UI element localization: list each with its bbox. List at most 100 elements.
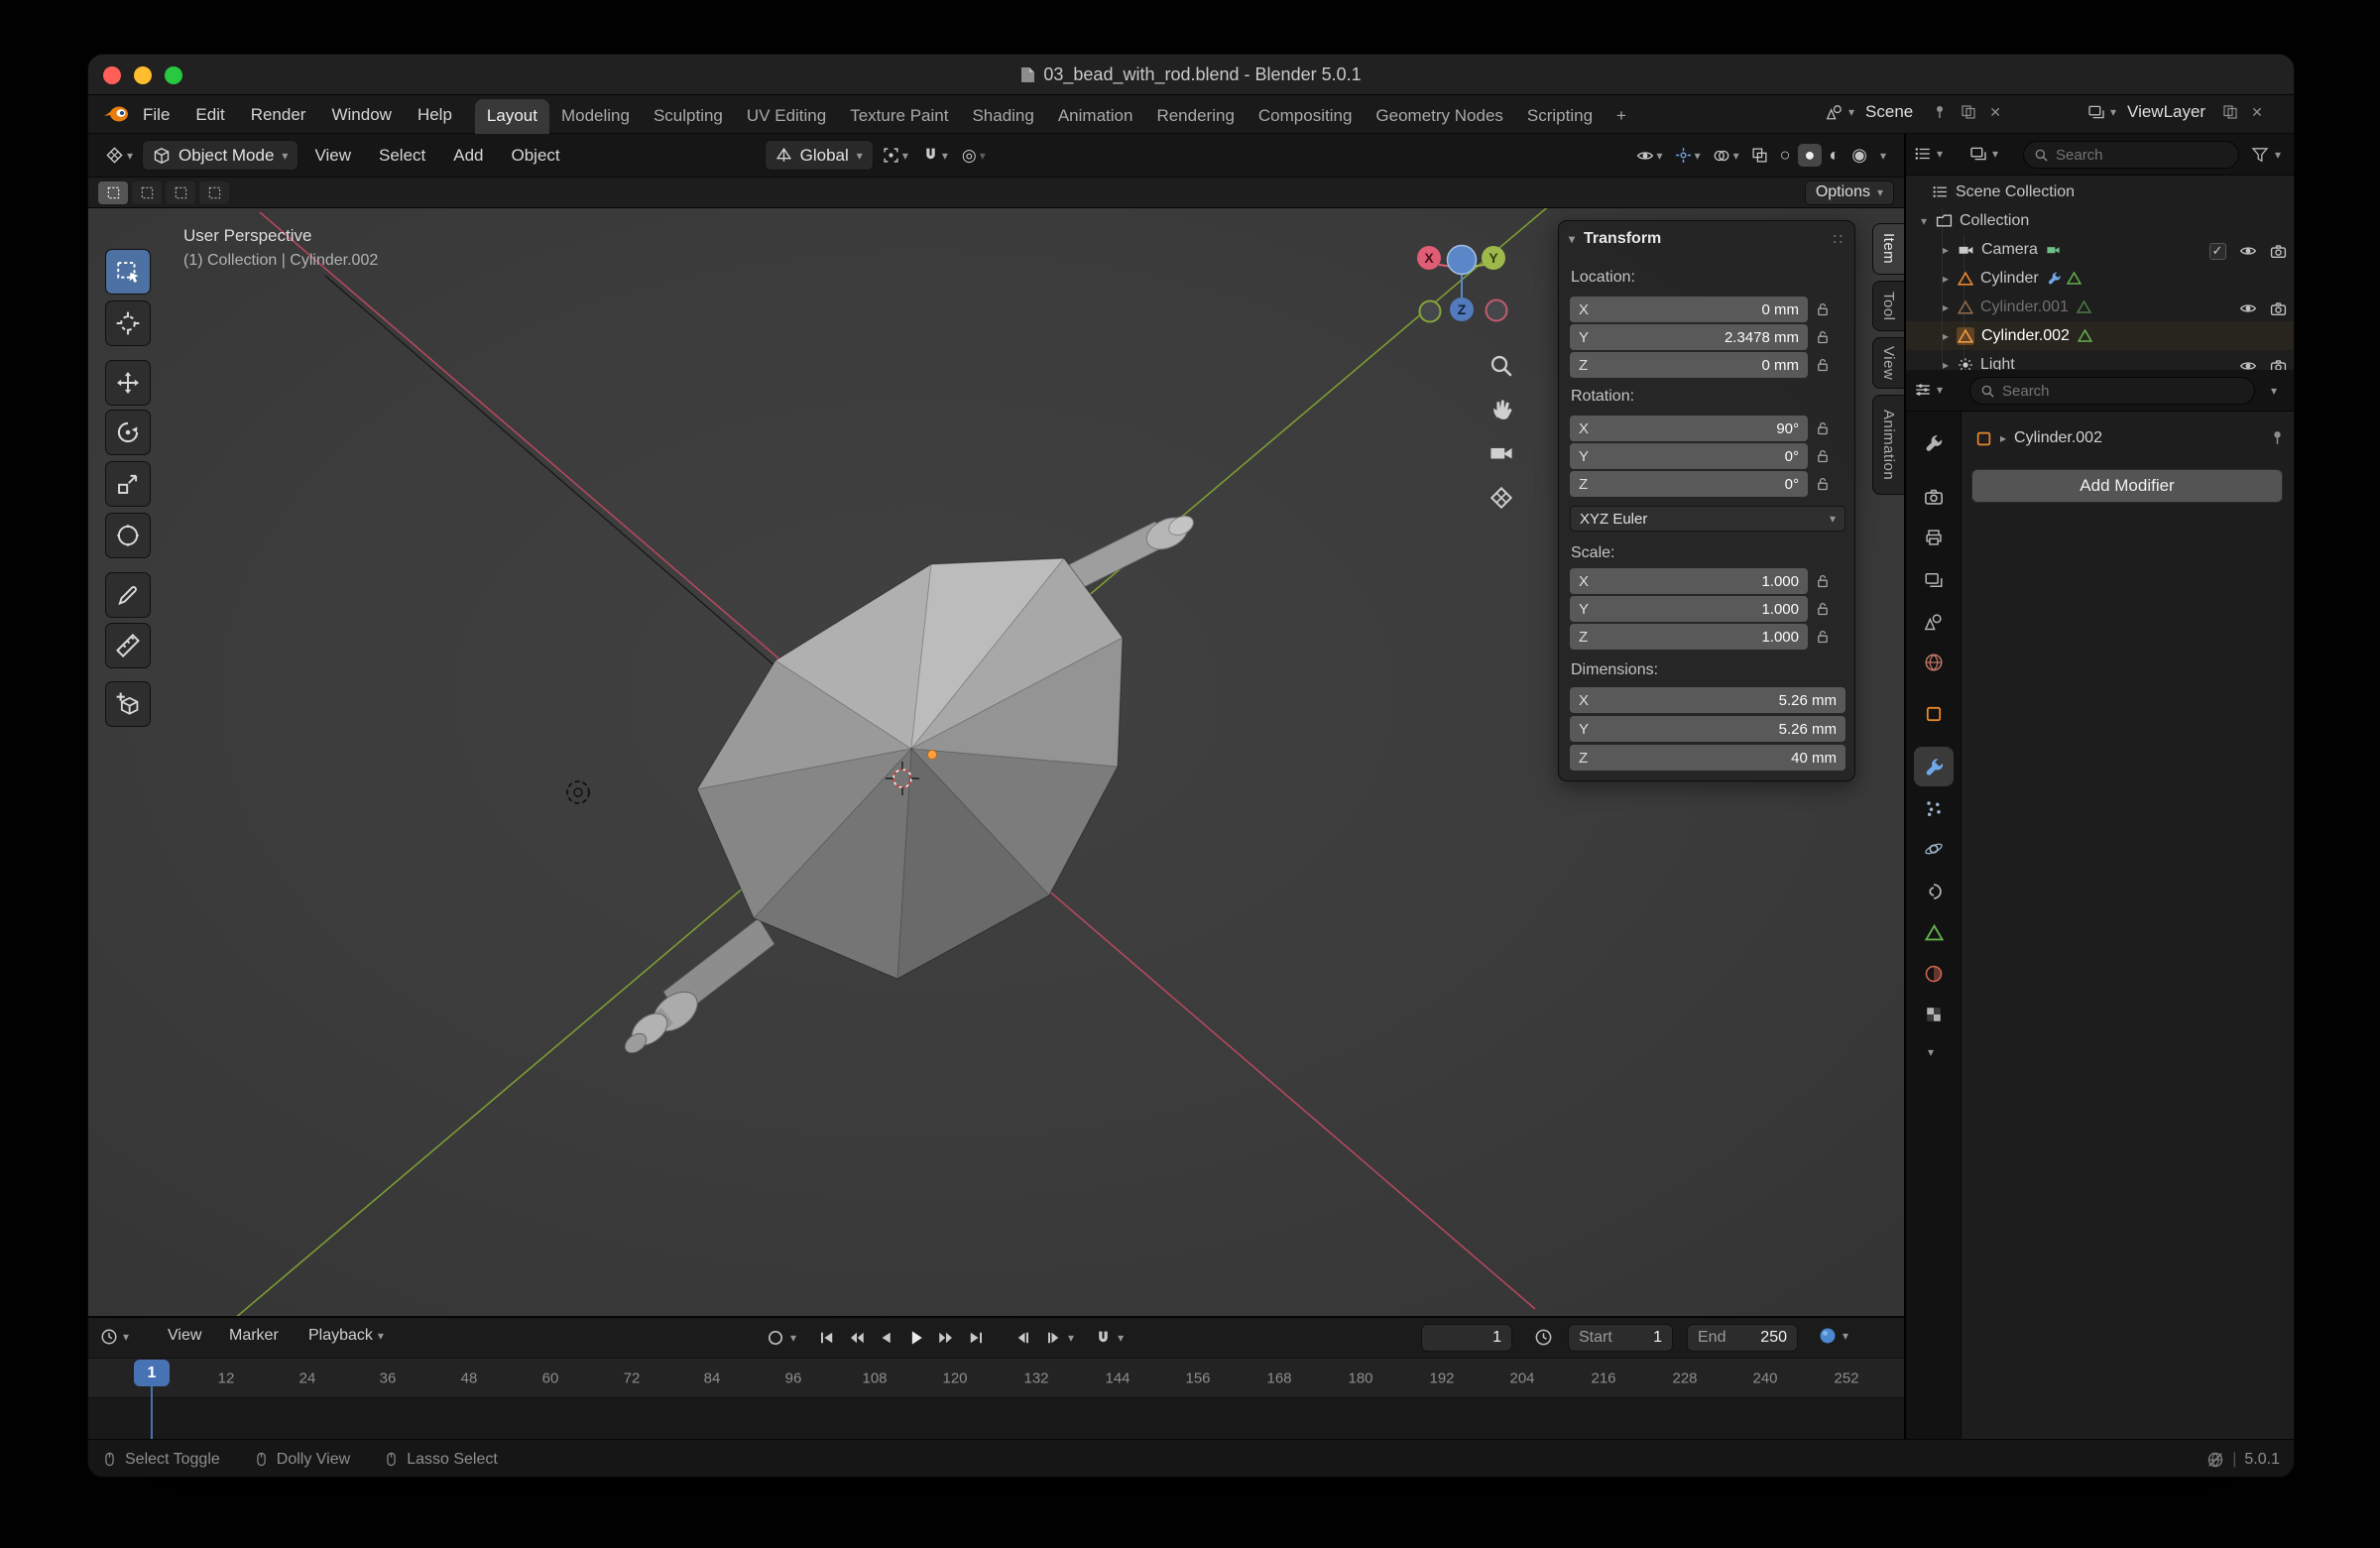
viewport-menu-object[interactable]: Object bbox=[500, 146, 572, 166]
frame-start-field[interactable]: Start 1 bbox=[1568, 1324, 1673, 1352]
lock-icon[interactable] bbox=[1815, 448, 1831, 464]
timeline-menu-view[interactable]: View bbox=[168, 1327, 201, 1345]
lock-icon[interactable] bbox=[1815, 420, 1831, 436]
titlebar[interactable]: 03_bead_with_rod.blend - Blender 5.0.1 bbox=[88, 55, 2294, 95]
properties-editor-selector[interactable]: ▾ bbox=[1914, 381, 1943, 399]
tab-tool[interactable] bbox=[1914, 423, 1954, 463]
orthographic-grid-icon[interactable] bbox=[1491, 488, 1511, 508]
outliner-row-light[interactable]: ▸ Light bbox=[1906, 350, 2295, 370]
shading-wireframe-button[interactable]: ○ bbox=[1775, 145, 1796, 166]
playhead-line[interactable] bbox=[151, 1386, 153, 1441]
workspace-tab-geometry-nodes[interactable]: Geometry Nodes bbox=[1364, 99, 1515, 134]
lock-icon[interactable] bbox=[1815, 601, 1831, 617]
location-x-field[interactable]: X0 mm bbox=[1570, 297, 1808, 322]
auto-keying-button[interactable] bbox=[761, 1324, 790, 1352]
menu-help[interactable]: Help bbox=[405, 95, 465, 134]
tab-view-layer[interactable] bbox=[1914, 560, 1954, 600]
view-layer-selector[interactable]: ▾ ViewLayer ✕ bbox=[2087, 102, 2263, 122]
outliner-display-mode[interactable]: ▾ bbox=[1969, 145, 1998, 163]
xray-toggle[interactable] bbox=[1746, 147, 1773, 164]
workspace-tab-texture-paint[interactable]: Texture Paint bbox=[838, 99, 960, 134]
dimensions-z-field[interactable]: Z40 mm bbox=[1570, 745, 1845, 771]
lock-icon[interactable] bbox=[1815, 476, 1831, 492]
overlays-dropdown[interactable]: ▾ bbox=[1708, 147, 1744, 165]
lock-icon[interactable] bbox=[1815, 629, 1831, 645]
tab-modifiers[interactable] bbox=[1914, 747, 1954, 786]
viewport-menu-select[interactable]: Select bbox=[367, 146, 437, 166]
drag-handle-icon[interactable]: ∷ bbox=[1833, 230, 1843, 248]
mode-selector[interactable]: Object Mode ▾ bbox=[142, 140, 298, 171]
light-object-gizmo[interactable] bbox=[567, 781, 589, 803]
menu-edit[interactable]: Edit bbox=[182, 95, 237, 134]
menu-render[interactable]: Render bbox=[238, 95, 319, 134]
pan-control-icon[interactable] bbox=[1493, 400, 1511, 419]
tab-output[interactable] bbox=[1914, 518, 1954, 557]
sidebar-tab-tool[interactable]: Tool bbox=[1872, 281, 1904, 331]
workspace-tab-sculpting[interactable]: Sculpting bbox=[642, 99, 735, 134]
timeline-menu-marker[interactable]: Marker bbox=[229, 1327, 279, 1345]
remove-view-layer-icon[interactable]: ✕ bbox=[2251, 104, 2263, 121]
tool-add-cube[interactable] bbox=[105, 681, 151, 727]
tool-transform[interactable] bbox=[105, 513, 151, 558]
tool-rotate[interactable] bbox=[105, 410, 151, 455]
lock-icon[interactable] bbox=[1815, 301, 1831, 317]
snap-playhead-button[interactable] bbox=[1088, 1324, 1118, 1352]
shading-solid-button[interactable]: ● bbox=[1798, 144, 1823, 167]
tool-move[interactable] bbox=[105, 360, 151, 406]
jump-prev-keyframe-button[interactable] bbox=[842, 1324, 872, 1352]
jump-next-keyframe-button[interactable] bbox=[931, 1324, 961, 1352]
timeline-track-area[interactable] bbox=[88, 1397, 1904, 1441]
step-back-button[interactable] bbox=[1009, 1324, 1038, 1352]
tool-scale[interactable] bbox=[105, 461, 151, 507]
tool-measure[interactable] bbox=[105, 623, 151, 668]
playhead-badge[interactable]: 1 bbox=[134, 1360, 170, 1386]
outliner-search-input[interactable] bbox=[2056, 147, 2228, 164]
lock-icon[interactable] bbox=[1815, 329, 1831, 345]
workspace-tab-scripting[interactable]: Scripting bbox=[1515, 99, 1605, 134]
location-z-field[interactable]: Z0 mm bbox=[1570, 352, 1808, 378]
shading-material-button[interactable]: ◐ bbox=[1824, 145, 1844, 166]
workspace-tab-shading[interactable]: Shading bbox=[960, 99, 1045, 134]
proportional-editing-toggle[interactable]: ◎ ▾ bbox=[957, 146, 991, 166]
scale-x-field[interactable]: X1.000 bbox=[1570, 568, 1808, 594]
timeline-sync-button[interactable]: ▾ bbox=[1818, 1326, 1848, 1346]
step-forward-button[interactable] bbox=[1038, 1324, 1068, 1352]
snap-toggle[interactable]: ▾ bbox=[917, 147, 953, 164]
properties-search-input[interactable] bbox=[2002, 383, 2244, 400]
current-frame-field[interactable]: 1 bbox=[1421, 1324, 1512, 1352]
tab-render[interactable] bbox=[1914, 477, 1954, 517]
rotation-mode-dropdown[interactable]: XYZ Euler ▾ bbox=[1570, 506, 1845, 532]
add-workspace-button[interactable]: + bbox=[1605, 99, 1638, 134]
tab-material[interactable] bbox=[1914, 954, 1954, 994]
new-view-layer-icon[interactable] bbox=[2222, 104, 2238, 120]
pin-icon[interactable] bbox=[2269, 429, 2286, 446]
tab-scene[interactable] bbox=[1914, 602, 1954, 642]
tab-physics[interactable] bbox=[1914, 829, 1954, 869]
jump-to-end-button[interactable] bbox=[961, 1324, 991, 1352]
navigation-gizmo[interactable]: X Y Z bbox=[1417, 246, 1507, 322]
workspace-tab-layout[interactable]: Layout bbox=[475, 99, 549, 134]
properties-search[interactable] bbox=[1969, 377, 2255, 405]
tab-object[interactable] bbox=[1914, 694, 1954, 734]
use-preview-range-icon[interactable] bbox=[1534, 1328, 1553, 1347]
outliner-row-cylinder[interactable]: ▸ Cylinder bbox=[1906, 264, 2295, 293]
rotation-y-field[interactable]: Y0° bbox=[1570, 443, 1808, 469]
gizmos-dropdown[interactable]: ▾ bbox=[1670, 147, 1706, 164]
workspace-tab-rendering[interactable]: Rendering bbox=[1144, 99, 1246, 134]
play-reverse-button[interactable] bbox=[872, 1324, 901, 1352]
timeline-ruler[interactable]: 12 24 36 48 60 72 84 96 108 120 132 144 … bbox=[88, 1358, 1904, 1397]
outliner-search[interactable] bbox=[2023, 141, 2239, 169]
lock-icon[interactable] bbox=[1815, 573, 1831, 589]
location-y-field[interactable]: Y2.3478 mm bbox=[1570, 324, 1808, 350]
scene-selector[interactable]: ▾ Scene ✕ bbox=[1826, 102, 2001, 122]
workspace-tab-animation[interactable]: Animation bbox=[1046, 99, 1145, 134]
tab-world[interactable] bbox=[1914, 643, 1954, 682]
timeline-menu-playback[interactable]: Playback ▾ bbox=[308, 1327, 384, 1345]
tool-cursor[interactable] bbox=[105, 300, 151, 346]
outliner-row-cylinder-001[interactable]: ▸ Cylinder.001 bbox=[1906, 293, 2295, 321]
gizmo-z-neg-axis[interactable] bbox=[1448, 246, 1477, 275]
outliner-row-collection[interactable]: ▾ Collection ✓ bbox=[1906, 206, 2295, 235]
jump-to-start-button[interactable] bbox=[812, 1324, 842, 1352]
gizmo-y-neg-axis[interactable] bbox=[1420, 301, 1441, 322]
select-mode-new-button[interactable] bbox=[98, 181, 128, 204]
